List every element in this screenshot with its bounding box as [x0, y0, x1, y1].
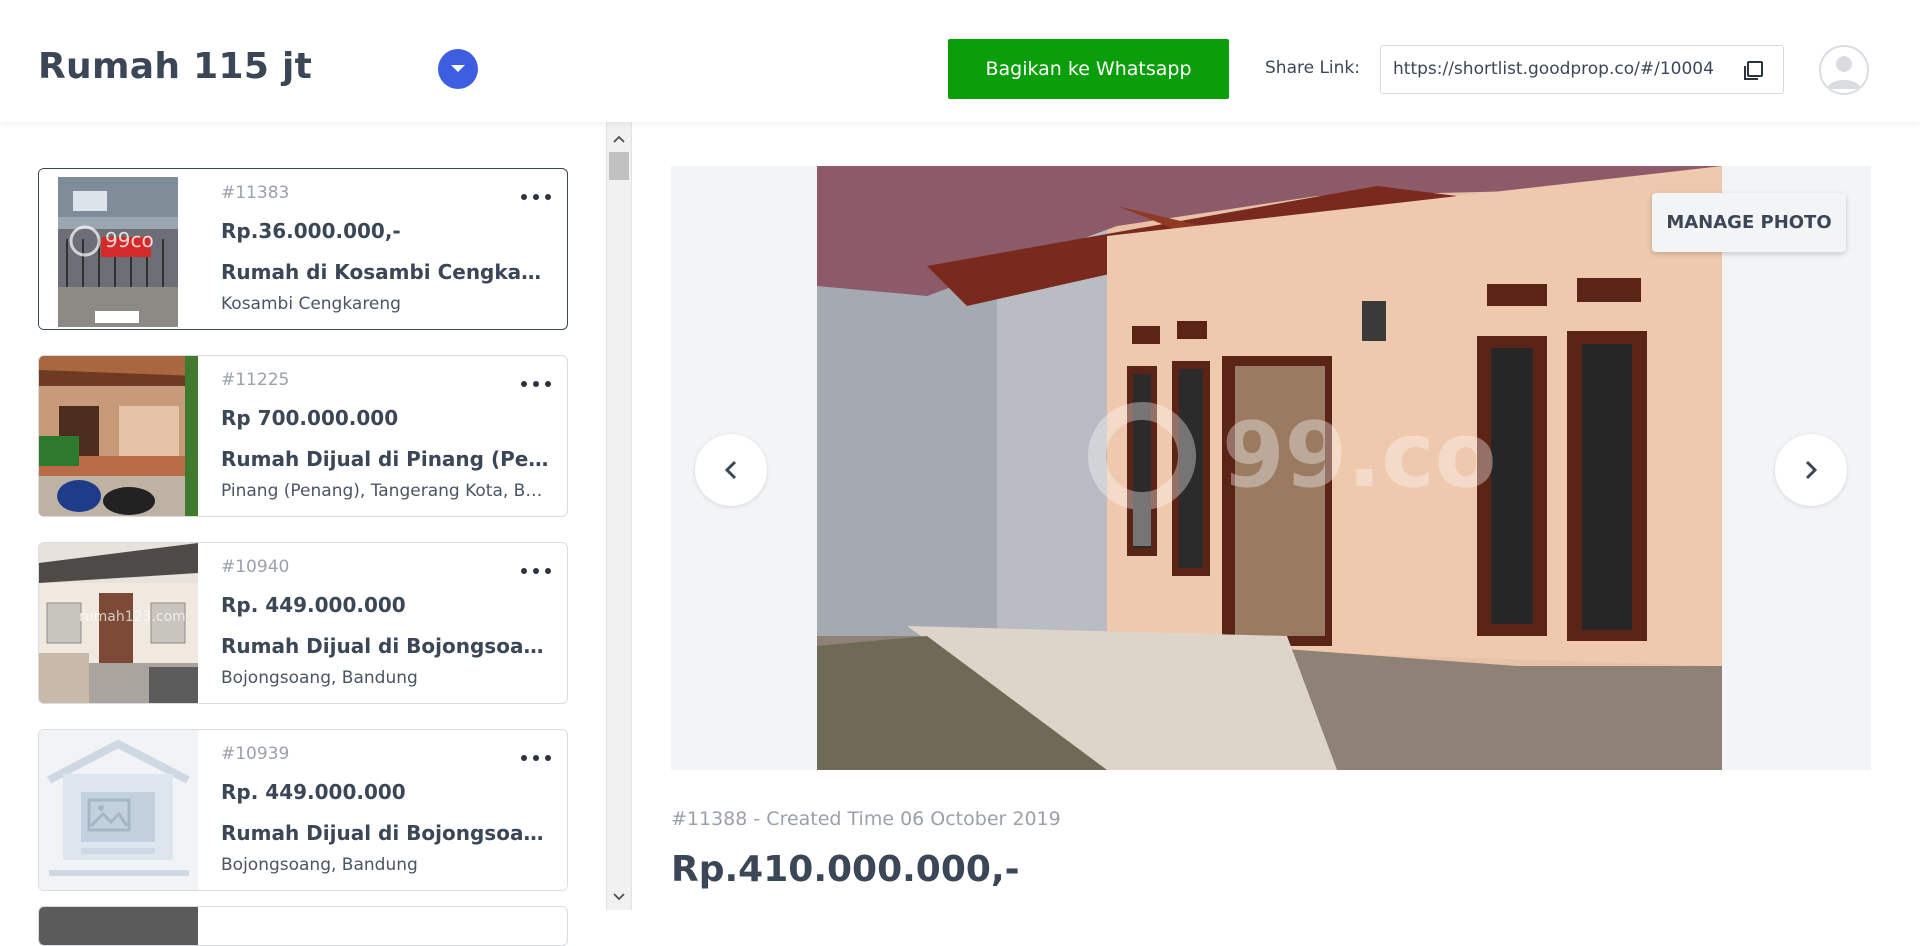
listing-id: #10940 — [221, 557, 290, 577]
shortlist-title: Rumah 115 jt — [38, 46, 313, 87]
scroll-up-arrow[interactable] — [607, 130, 631, 148]
chevron-down-icon — [613, 893, 625, 901]
listing-photo: 99.co — [817, 166, 1722, 770]
copy-icon[interactable] — [1741, 59, 1765, 83]
prev-photo-button[interactable] — [695, 434, 767, 506]
listing-list: 99co #11383 Rp.36.000.000,- Rumah di Kos… — [0, 122, 605, 946]
svg-text:99co: 99co — [105, 228, 154, 252]
svg-text:rumah123.com: rumah123.com — [79, 609, 186, 625]
share-link-label: Share Link: — [1265, 58, 1361, 78]
listing-card[interactable]: #11225 Rp 700.000.000 Rumah Dijual di Pi… — [38, 355, 568, 517]
more-horizontal-icon[interactable] — [521, 374, 551, 394]
listing-thumbnail — [39, 356, 198, 516]
top-header: Rumah 115 jt Bagikan ke Whatsapp Share L… — [0, 0, 1920, 122]
scroll-down-arrow[interactable] — [607, 888, 631, 906]
placeholder-house-icon — [39, 730, 198, 890]
chevron-up-icon — [613, 135, 625, 143]
listing-price: Rp.36.000.000,- — [221, 219, 401, 243]
listing-thumbnail: 99co — [39, 169, 198, 329]
listing-card[interactable]: 99co #11383 Rp.36.000.000,- Rumah di Kos… — [38, 168, 568, 330]
listing-detail-price: Rp.410.000.000,- — [671, 849, 1020, 890]
share-whatsapp-button[interactable]: Bagikan ke Whatsapp — [948, 39, 1229, 99]
listing-thumbnail — [39, 907, 198, 945]
house-photo-thumbnail: 99co — [39, 169, 198, 329]
listing-thumbnail: rumah123.com — [39, 543, 198, 703]
listing-price: Rp 700.000.000 — [221, 406, 399, 430]
next-photo-button[interactable] — [1775, 434, 1847, 506]
listing-name: Rumah Dijual di Bojongsoang, Bandung — [221, 821, 551, 845]
chevron-right-icon — [1805, 460, 1818, 480]
listing-card[interactable]: rumah123.com #10940 Rp. 449.000.000 Ruma… — [38, 542, 568, 704]
share-link-field[interactable]: https://shortlist.goodprop.co/#/10004 — [1380, 45, 1784, 94]
listing-name: Rumah Dijual di Bojongsoang, Bandung — [221, 634, 551, 658]
listing-location: Kosambi Cengkareng — [221, 294, 401, 314]
listing-card[interactable] — [38, 906, 568, 946]
house-photo-thumbnail: rumah123.com — [39, 543, 198, 703]
scroll-thumb[interactable] — [609, 152, 629, 180]
more-horizontal-icon[interactable] — [521, 748, 551, 768]
listing-name: Rumah di Kosambi Cengkareng — [221, 260, 551, 284]
listing-id: #11383 — [221, 183, 290, 203]
title-dropdown-button[interactable] — [438, 49, 478, 89]
user-avatar-icon — [1827, 56, 1861, 89]
listing-detail: 99.co MANAGE PHOTO #11388 - Created Time… — [632, 122, 1920, 910]
listing-meta: #11388 - Created Time 06 October 2019 — [671, 808, 1061, 830]
house-photo: 99.co — [817, 166, 1722, 770]
house-photo-thumbnail — [39, 356, 198, 516]
user-avatar[interactable] — [1819, 45, 1869, 95]
share-link-url[interactable]: https://shortlist.goodprop.co/#/10004 — [1393, 59, 1723, 79]
listing-thumbnail — [39, 730, 198, 890]
listing-price: Rp. 449.000.000 — [221, 593, 406, 617]
list-scrollbar[interactable] — [606, 122, 632, 910]
chevron-down-icon — [451, 65, 465, 72]
listing-location: Pinang (Penang), Tangerang Kota, Banten — [221, 481, 551, 501]
more-horizontal-icon[interactable] — [521, 187, 551, 207]
more-horizontal-icon[interactable] — [521, 561, 551, 581]
listing-id: #10939 — [221, 744, 290, 764]
listing-location: Bojongsoang, Bandung — [221, 668, 418, 688]
listing-id: #11225 — [221, 370, 290, 390]
listing-price: Rp. 449.000.000 — [221, 780, 406, 804]
manage-photo-button[interactable]: MANAGE PHOTO — [1652, 193, 1846, 252]
listing-name: Rumah Dijual di Pinang (Penang) — [221, 447, 551, 471]
listing-location: Bojongsoang, Bandung — [221, 855, 418, 875]
svg-text:99.co: 99.co — [1222, 403, 1497, 508]
chevron-left-icon — [724, 460, 737, 480]
photo-gallery: 99.co MANAGE PHOTO — [671, 166, 1871, 770]
listing-card[interactable]: #10939 Rp. 449.000.000 Rumah Dijual di B… — [38, 729, 568, 891]
